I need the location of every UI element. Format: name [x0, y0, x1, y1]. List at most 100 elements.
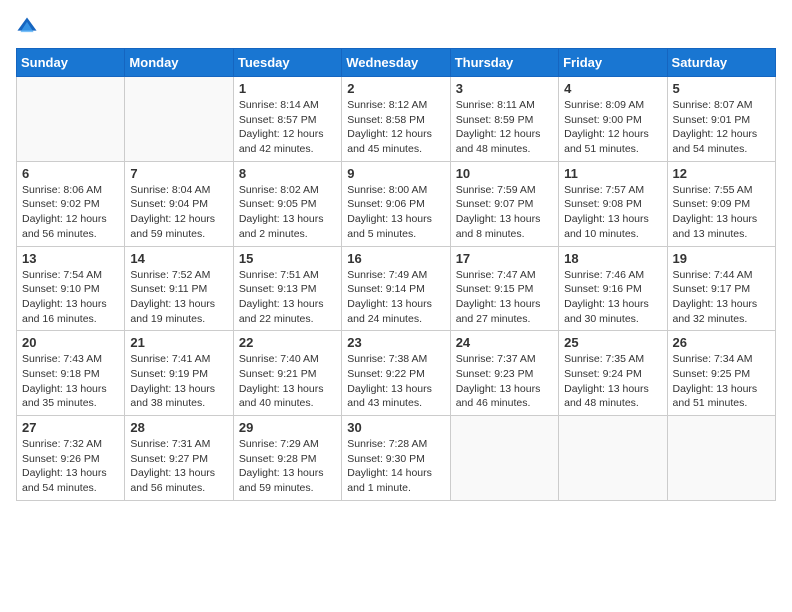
logo	[16, 16, 42, 38]
calendar-day-27: 27 Sunrise: 7:32 AM Sunset: 9:26 PM Dayli…	[17, 416, 125, 501]
calendar-day-11: 11 Sunrise: 7:57 AM Sunset: 9:08 PM Dayli…	[559, 161, 667, 246]
day-info: Sunrise: 7:55 AM Sunset: 9:09 PM Dayligh…	[673, 183, 770, 242]
calendar-day-21: 21 Sunrise: 7:41 AM Sunset: 9:19 PM Dayli…	[125, 331, 233, 416]
calendar-day-9: 9 Sunrise: 8:00 AM Sunset: 9:06 PM Daylig…	[342, 161, 450, 246]
day-number: 9	[347, 166, 444, 181]
day-info: Sunrise: 7:47 AM Sunset: 9:15 PM Dayligh…	[456, 268, 553, 327]
calendar-week-row: 1Sunrise: 8:14 AM Sunset: 8:57 PM Daylig…	[17, 77, 776, 162]
day-number: 4	[564, 81, 661, 96]
weekday-header-wednesday: Wednesday	[342, 49, 450, 77]
weekday-header-saturday: Saturday	[667, 49, 775, 77]
day-number: 19	[673, 251, 770, 266]
calendar-day-5: 5Sunrise: 8:07 AM Sunset: 9:01 PM Daylig…	[667, 77, 775, 162]
day-number: 10	[456, 166, 553, 181]
calendar-day-14: 14 Sunrise: 7:52 AM Sunset: 9:11 PM Dayli…	[125, 246, 233, 331]
calendar-week-row: 20 Sunrise: 7:43 AM Sunset: 9:18 PM Dayli…	[17, 331, 776, 416]
day-info: Sunrise: 7:34 AM Sunset: 9:25 PM Dayligh…	[673, 352, 770, 411]
day-info: Sunrise: 7:31 AM Sunset: 9:27 PM Dayligh…	[130, 437, 227, 496]
calendar-day-10: 10 Sunrise: 7:59 AM Sunset: 9:07 PM Dayli…	[450, 161, 558, 246]
calendar-day-12: 12 Sunrise: 7:55 AM Sunset: 9:09 PM Dayli…	[667, 161, 775, 246]
calendar-day-18: 18 Sunrise: 7:46 AM Sunset: 9:16 PM Dayli…	[559, 246, 667, 331]
weekday-header-friday: Friday	[559, 49, 667, 77]
day-info: Sunrise: 7:52 AM Sunset: 9:11 PM Dayligh…	[130, 268, 227, 327]
logo-icon	[16, 16, 38, 38]
calendar-week-row: 27 Sunrise: 7:32 AM Sunset: 9:26 PM Dayli…	[17, 416, 776, 501]
calendar-day-25: 25 Sunrise: 7:35 AM Sunset: 9:24 PM Dayli…	[559, 331, 667, 416]
day-number: 23	[347, 335, 444, 350]
day-info: Sunrise: 7:51 AM Sunset: 9:13 PM Dayligh…	[239, 268, 336, 327]
calendar-day-6: 6 Sunrise: 8:06 AM Sunset: 9:02 PM Daylig…	[17, 161, 125, 246]
calendar-day-20: 20 Sunrise: 7:43 AM Sunset: 9:18 PM Dayli…	[17, 331, 125, 416]
calendar-day-30: 30 Sunrise: 7:28 AM Sunset: 9:30 PM Dayli…	[342, 416, 450, 501]
day-info: Sunrise: 7:40 AM Sunset: 9:21 PM Dayligh…	[239, 352, 336, 411]
day-info: Sunrise: 7:35 AM Sunset: 9:24 PM Dayligh…	[564, 352, 661, 411]
calendar-week-row: 13Sunrise: 7:54 AM Sunset: 9:10 PM Dayli…	[17, 246, 776, 331]
calendar-empty-cell	[17, 77, 125, 162]
day-number: 24	[456, 335, 553, 350]
day-info: Sunrise: 7:49 AM Sunset: 9:14 PM Dayligh…	[347, 268, 444, 327]
day-number: 2	[347, 81, 444, 96]
weekday-header-thursday: Thursday	[450, 49, 558, 77]
calendar-day-1: 1Sunrise: 8:14 AM Sunset: 8:57 PM Daylig…	[233, 77, 341, 162]
day-info: Sunrise: 7:44 AM Sunset: 9:17 PM Dayligh…	[673, 268, 770, 327]
day-info: Sunrise: 7:32 AM Sunset: 9:26 PM Dayligh…	[22, 437, 119, 496]
day-number: 12	[673, 166, 770, 181]
calendar-table: SundayMondayTuesdayWednesdayThursdayFrid…	[16, 48, 776, 501]
calendar-empty-cell	[667, 416, 775, 501]
day-info: Sunrise: 7:43 AM Sunset: 9:18 PM Dayligh…	[22, 352, 119, 411]
calendar-empty-cell	[125, 77, 233, 162]
day-number: 26	[673, 335, 770, 350]
calendar-day-23: 23 Sunrise: 7:38 AM Sunset: 9:22 PM Dayli…	[342, 331, 450, 416]
weekday-header-tuesday: Tuesday	[233, 49, 341, 77]
day-number: 18	[564, 251, 661, 266]
day-number: 21	[130, 335, 227, 350]
day-number: 16	[347, 251, 444, 266]
day-info: Sunrise: 7:46 AM Sunset: 9:16 PM Dayligh…	[564, 268, 661, 327]
calendar-day-26: 26 Sunrise: 7:34 AM Sunset: 9:25 PM Dayli…	[667, 331, 775, 416]
day-number: 3	[456, 81, 553, 96]
calendar-day-2: 2 Sunrise: 8:12 AM Sunset: 8:58 PM Daylig…	[342, 77, 450, 162]
calendar-day-24: 24 Sunrise: 7:37 AM Sunset: 9:23 PM Dayli…	[450, 331, 558, 416]
day-info: Sunrise: 7:38 AM Sunset: 9:22 PM Dayligh…	[347, 352, 444, 411]
calendar-day-28: 28Sunrise: 7:31 AM Sunset: 9:27 PM Dayli…	[125, 416, 233, 501]
weekday-header-monday: Monday	[125, 49, 233, 77]
day-number: 14	[130, 251, 227, 266]
calendar-day-7: 7 Sunrise: 8:04 AM Sunset: 9:04 PM Daylig…	[125, 161, 233, 246]
day-info: Sunrise: 8:09 AM Sunset: 9:00 PM Dayligh…	[564, 98, 661, 157]
day-info: Sunrise: 8:00 AM Sunset: 9:06 PM Dayligh…	[347, 183, 444, 242]
calendar-day-17: 17 Sunrise: 7:47 AM Sunset: 9:15 PM Dayli…	[450, 246, 558, 331]
day-info: Sunrise: 8:02 AM Sunset: 9:05 PM Dayligh…	[239, 183, 336, 242]
calendar-day-3: 3Sunrise: 8:11 AM Sunset: 8:59 PM Daylig…	[450, 77, 558, 162]
day-number: 20	[22, 335, 119, 350]
calendar-day-15: 15 Sunrise: 7:51 AM Sunset: 9:13 PM Dayli…	[233, 246, 341, 331]
day-number: 30	[347, 420, 444, 435]
day-info: Sunrise: 7:37 AM Sunset: 9:23 PM Dayligh…	[456, 352, 553, 411]
day-number: 6	[22, 166, 119, 181]
calendar-day-13: 13Sunrise: 7:54 AM Sunset: 9:10 PM Dayli…	[17, 246, 125, 331]
day-info: Sunrise: 7:59 AM Sunset: 9:07 PM Dayligh…	[456, 183, 553, 242]
day-info: Sunrise: 7:57 AM Sunset: 9:08 PM Dayligh…	[564, 183, 661, 242]
weekday-header-row: SundayMondayTuesdayWednesdayThursdayFrid…	[17, 49, 776, 77]
day-number: 5	[673, 81, 770, 96]
day-number: 27	[22, 420, 119, 435]
day-number: 11	[564, 166, 661, 181]
day-info: Sunrise: 7:41 AM Sunset: 9:19 PM Dayligh…	[130, 352, 227, 411]
day-number: 15	[239, 251, 336, 266]
calendar-empty-cell	[450, 416, 558, 501]
day-number: 22	[239, 335, 336, 350]
day-info: Sunrise: 7:28 AM Sunset: 9:30 PM Dayligh…	[347, 437, 444, 496]
day-number: 7	[130, 166, 227, 181]
day-number: 13	[22, 251, 119, 266]
day-number: 29	[239, 420, 336, 435]
calendar-day-4: 4 Sunrise: 8:09 AM Sunset: 9:00 PM Daylig…	[559, 77, 667, 162]
day-info: Sunrise: 7:29 AM Sunset: 9:28 PM Dayligh…	[239, 437, 336, 496]
day-number: 17	[456, 251, 553, 266]
calendar-day-8: 8Sunrise: 8:02 AM Sunset: 9:05 PM Daylig…	[233, 161, 341, 246]
day-info: Sunrise: 8:06 AM Sunset: 9:02 PM Dayligh…	[22, 183, 119, 242]
day-number: 25	[564, 335, 661, 350]
calendar-empty-cell	[559, 416, 667, 501]
day-info: Sunrise: 8:12 AM Sunset: 8:58 PM Dayligh…	[347, 98, 444, 157]
calendar-week-row: 6 Sunrise: 8:06 AM Sunset: 9:02 PM Daylig…	[17, 161, 776, 246]
day-info: Sunrise: 8:04 AM Sunset: 9:04 PM Dayligh…	[130, 183, 227, 242]
calendar-day-22: 22 Sunrise: 7:40 AM Sunset: 9:21 PM Dayli…	[233, 331, 341, 416]
